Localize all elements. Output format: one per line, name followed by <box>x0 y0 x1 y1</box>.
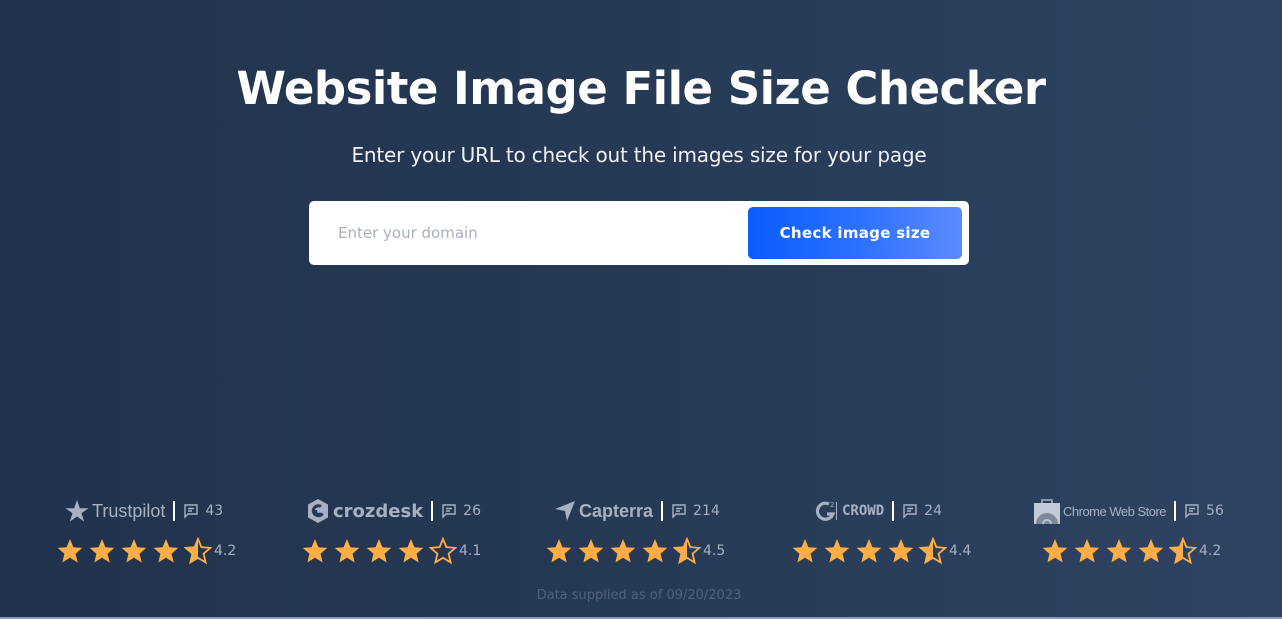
check-image-size-button[interactable]: Check image size <box>748 207 962 259</box>
star-full-icon <box>89 539 115 563</box>
brand-name: crozdesk <box>333 500 424 522</box>
star-full-icon <box>792 539 818 563</box>
g2-logo-icon: 2 <box>815 501 837 521</box>
star-rating: 4.4 <box>791 537 971 565</box>
page-subtitle: Enter your URL to check out the images s… <box>351 143 927 167</box>
comment-icon <box>1185 504 1199 519</box>
star-rating: 4.2 <box>56 537 236 565</box>
divider <box>431 501 434 521</box>
star-full-icon <box>153 539 179 563</box>
capterra-arrow-icon <box>555 501 575 521</box>
star-full-icon <box>366 539 392 563</box>
star-full-icon <box>1138 539 1164 563</box>
chrome-web-store-logo: Chrome Web Store <box>1034 498 1167 524</box>
review-crozdesk[interactable]: crozdesk 26 4.1 <box>301 497 546 577</box>
trustpilot-logo: Trustpilot <box>65 499 165 523</box>
star-full-icon <box>1074 539 1100 563</box>
star-full-icon <box>888 539 914 563</box>
comment-icon <box>672 504 686 519</box>
svg-text:2: 2 <box>830 501 834 509</box>
chrome-web-store-icon <box>1034 499 1060 524</box>
review-count: 24 <box>924 503 942 519</box>
star-full-icon <box>546 539 572 563</box>
star-rating: 4.1 <box>301 537 481 565</box>
comment-icon <box>442 504 456 519</box>
star-full-icon <box>121 539 147 563</box>
review-count: 43 <box>205 503 224 519</box>
g2-crowd-logo: 2 CROWD <box>815 499 884 523</box>
brand-name: Capterra <box>579 500 654 521</box>
divider <box>173 501 176 521</box>
star-half-icon <box>919 537 947 565</box>
rating-value: 4.1 <box>459 543 482 559</box>
page-title: Website Image File Size Checker <box>236 62 1046 115</box>
divider <box>661 501 664 521</box>
star-rating: 4.2 <box>1041 537 1221 565</box>
data-date-note: Data supplied as of 09/20/2023 <box>536 588 742 603</box>
star-full-icon <box>610 539 636 563</box>
crozdesk-logo-icon <box>308 499 328 523</box>
rating-value: 4.5 <box>703 543 726 559</box>
star-rating: 4.5 <box>545 537 725 565</box>
star-half-icon <box>673 537 701 565</box>
comment-icon <box>184 504 199 519</box>
crozdesk-logo: crozdesk <box>306 498 423 524</box>
brand-name: Chrome Web Store <box>1063 503 1167 519</box>
comment-icon <box>903 504 917 519</box>
star-half-icon <box>1169 537 1197 565</box>
star-half-icon <box>184 537 212 565</box>
review-chrome-web-store[interactable]: Chrome Web Store 56 4.2 <box>1033 497 1278 577</box>
review-count: 214 <box>693 503 720 519</box>
star-full-icon <box>856 539 882 563</box>
divider <box>892 501 895 521</box>
star-full-icon <box>1106 539 1132 563</box>
brand-name: CROWD <box>842 503 885 519</box>
star-full-icon <box>1042 539 1068 563</box>
review-ratings: Trustpilot 43 4.2 crozdesk 26 4.1 Capter… <box>0 497 1282 577</box>
star-full-icon <box>302 539 328 563</box>
review-count: 56 <box>1206 503 1224 519</box>
divider <box>1174 501 1177 521</box>
star-full-icon <box>642 539 668 563</box>
trustpilot-star-icon <box>65 500 89 522</box>
review-capterra[interactable]: Capterra 214 4.5 <box>543 497 788 577</box>
star-full-icon <box>578 539 604 563</box>
review-trustpilot[interactable]: Trustpilot 43 4.2 <box>56 497 301 577</box>
star-full-icon <box>334 539 360 563</box>
domain-input[interactable] <box>319 209 739 257</box>
rating-value: 4.2 <box>1199 543 1222 559</box>
star-full-icon <box>57 539 83 563</box>
rating-value: 4.2 <box>214 543 237 559</box>
brand-name: Trustpilot <box>92 500 166 521</box>
star-empty-icon <box>429 537 457 565</box>
review-count: 26 <box>463 503 481 519</box>
capterra-logo: Capterra <box>554 500 653 522</box>
rating-value: 4.4 <box>949 543 972 559</box>
review-g2-crowd[interactable]: 2 CROWD 24 4.4 <box>790 497 1035 577</box>
star-full-icon <box>398 539 424 563</box>
star-full-icon <box>824 539 850 563</box>
search-form: Check image size <box>309 201 969 265</box>
